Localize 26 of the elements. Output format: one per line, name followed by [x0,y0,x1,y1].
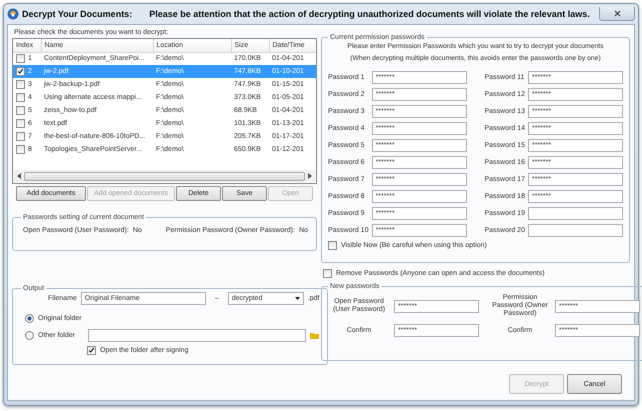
warning-text: Please be attention that the action of decrypting unauthorized documents will violate the relevant laws. [149,9,590,19]
checkbox[interactable] [16,80,25,89]
radio-circle-icon[interactable] [25,330,34,340]
checkbox[interactable] [16,119,25,128]
radio-circle-icon[interactable] [25,314,34,322]
checkbox[interactable] [87,346,96,355]
window-title: Decrypt Your Documents: [22,9,132,19]
folder-path-field[interactable] [88,328,306,342]
folder-icon[interactable] [310,332,319,338]
horizontal-scrollbar[interactable] [14,170,315,182]
checkbox[interactable] [16,106,25,115]
caret-icon [294,297,300,300]
checkbox[interactable] [16,145,25,154]
checkbox[interactable] [16,93,25,102]
checkbox[interactable] [16,67,25,76]
close-button[interactable] [599,7,635,21]
checkbox[interactable] [328,241,337,250]
scroll-left-icon[interactable] [17,173,21,179]
checkbox[interactable] [16,54,25,64]
checkbox[interactable] [323,269,332,278]
password-field[interactable] [528,224,623,237]
checkbox[interactable] [16,132,25,141]
password-field[interactable] [528,207,623,220]
scroll-right-icon[interactable] [308,173,312,179]
close-icon [614,10,620,17]
app-logo-icon [7,8,19,20]
